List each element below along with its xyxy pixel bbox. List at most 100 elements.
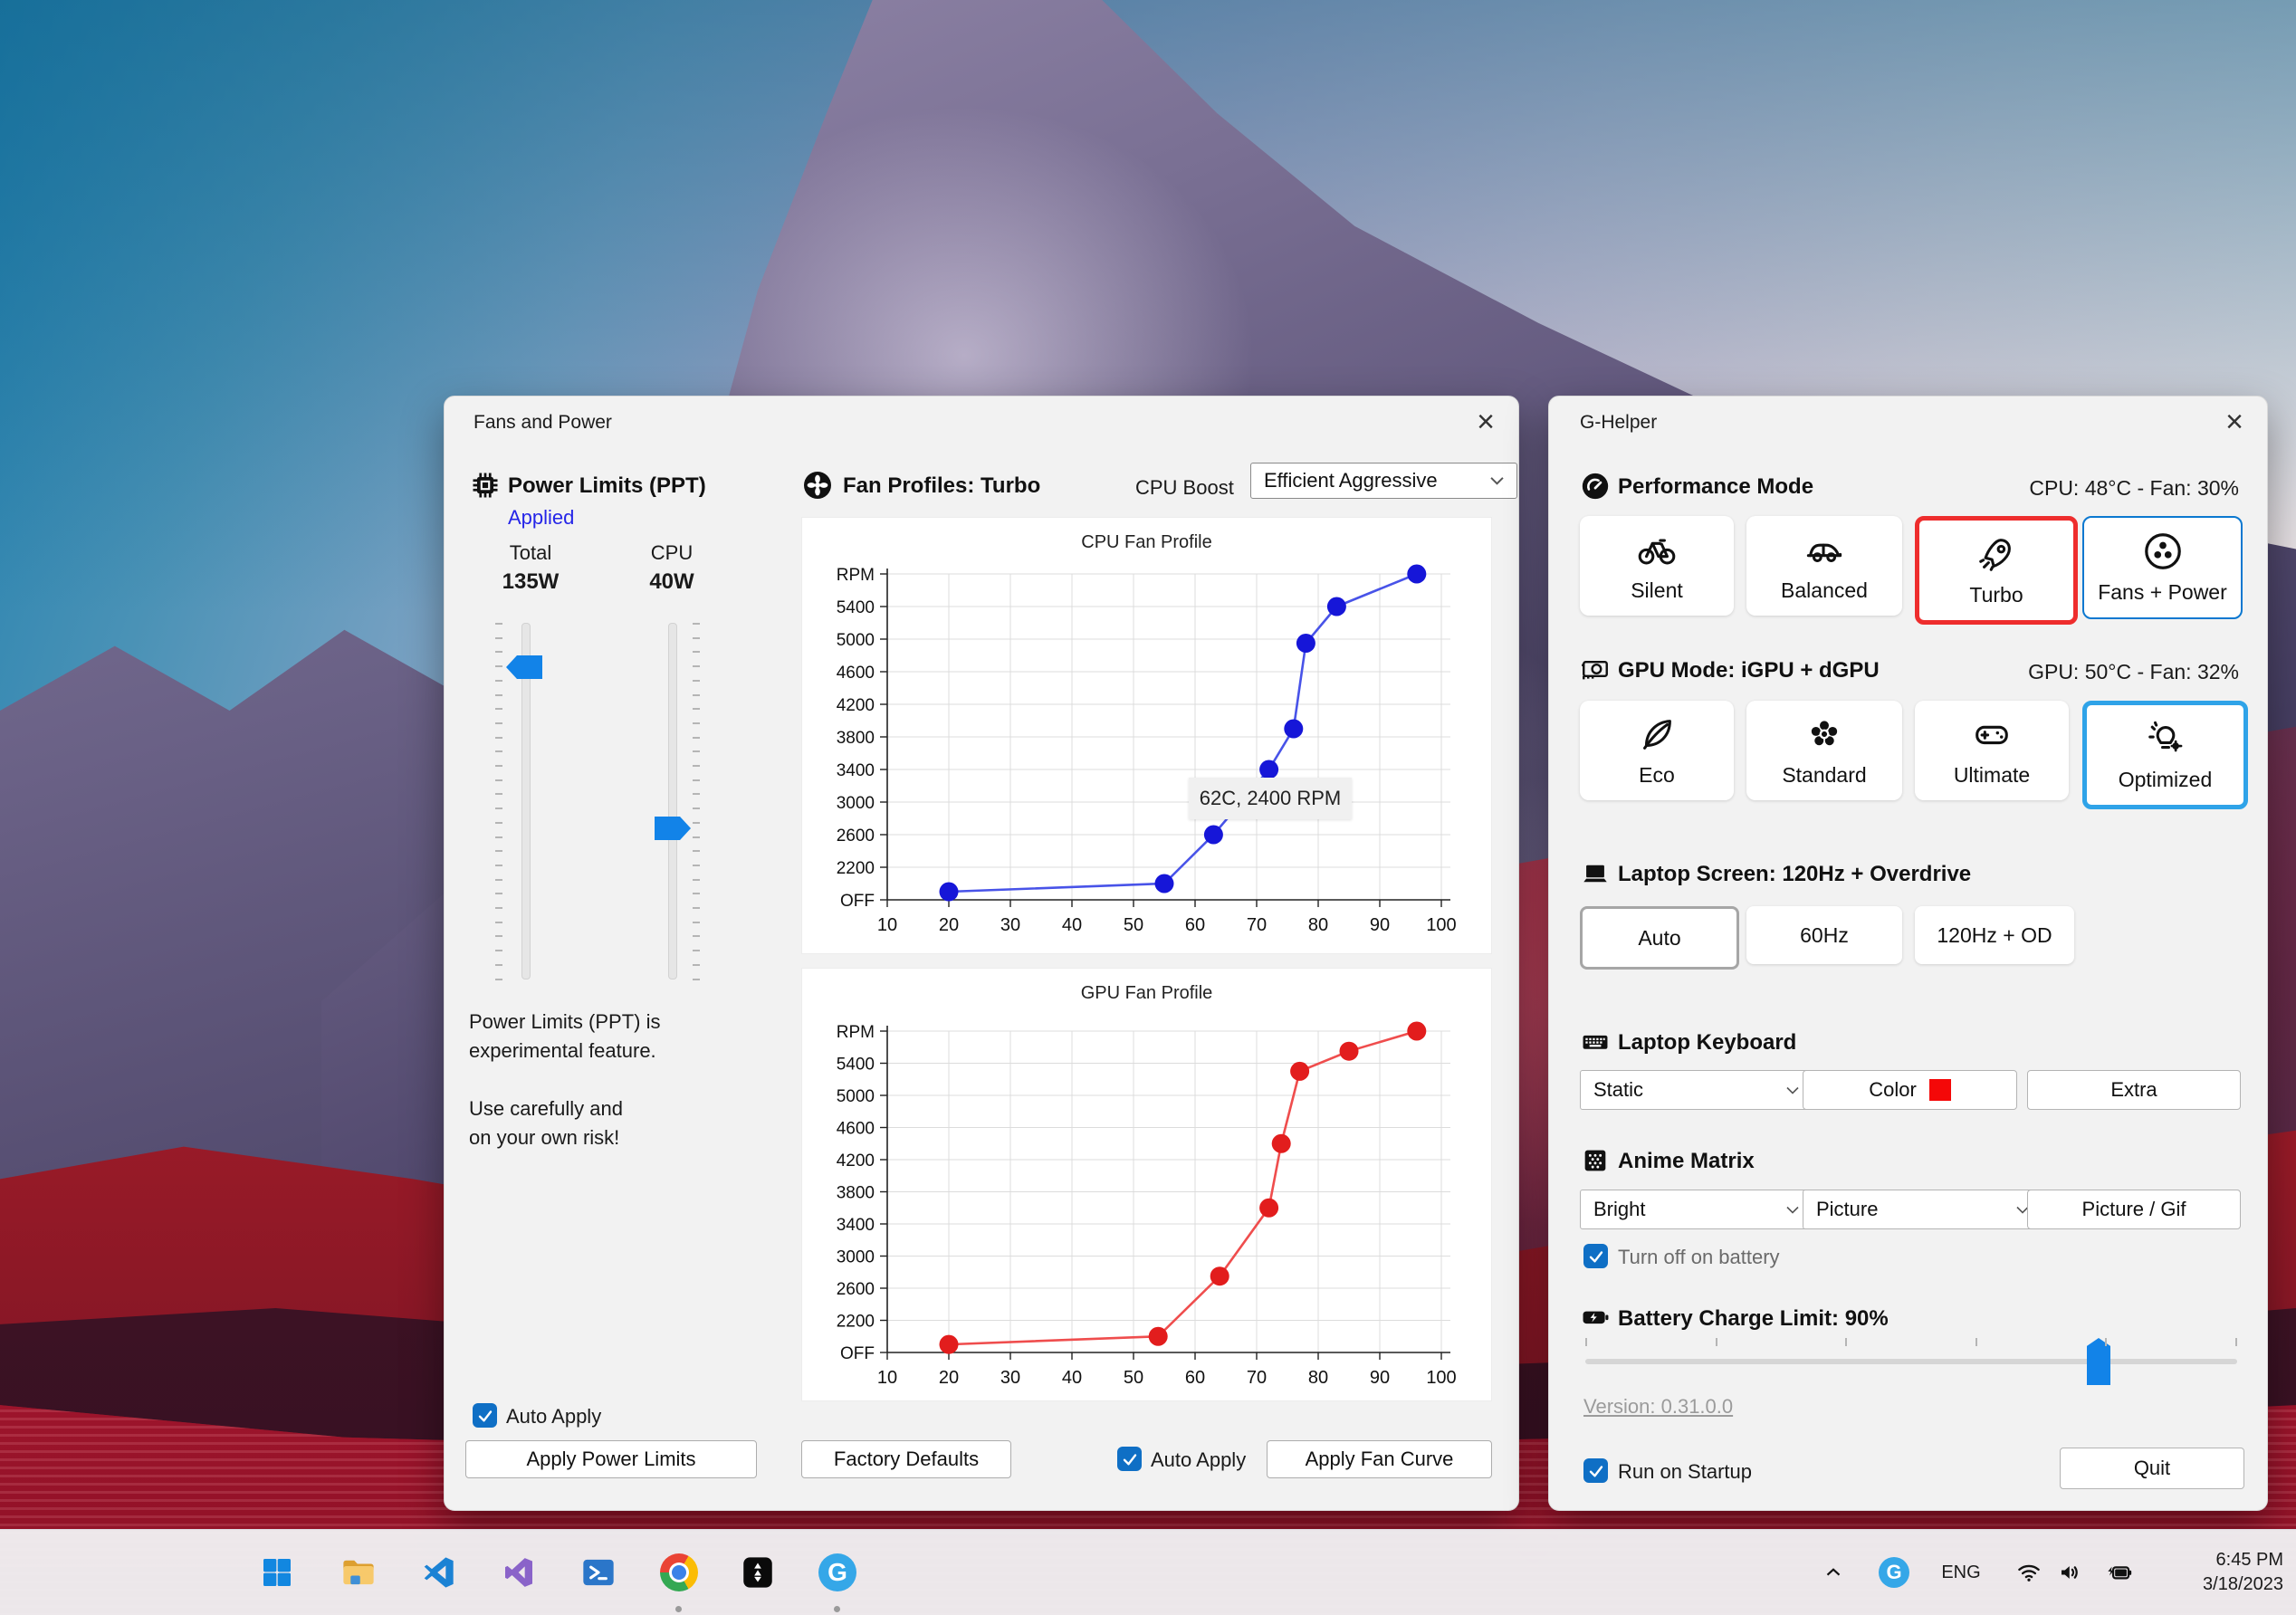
apply-fan-curve-button[interactable]: Apply Fan Curve xyxy=(1267,1440,1492,1478)
cpu-fan-chart[interactable]: CPU Fan Profile RPM 5400 5000 4600 4200 3800 3… xyxy=(801,517,1492,954)
lightbulb-gear-icon xyxy=(2148,721,2182,752)
clock[interactable]: 6:45 PM 3/18/2023 xyxy=(2203,1548,2283,1597)
power-limits-applied-status: Applied xyxy=(508,506,575,529)
tray-g-helper-icon[interactable]: G xyxy=(1874,1551,1914,1594)
battery-tray-icon[interactable] xyxy=(2095,1551,2140,1594)
anime-matrix-icon xyxy=(1584,1150,1606,1171)
svg-text:RPM: RPM xyxy=(837,1023,875,1042)
ppt-note-line2: experimental feature. xyxy=(469,1039,656,1062)
svg-text:OFF: OFF xyxy=(840,892,875,911)
svg-text:80: 80 xyxy=(1308,915,1328,935)
svg-text:4200: 4200 xyxy=(837,1152,875,1171)
perf-mode-silent-button[interactable]: Silent xyxy=(1580,516,1734,616)
tray-chevron-up-icon[interactable] xyxy=(1813,1551,1853,1594)
folder-icon xyxy=(343,1560,374,1585)
svg-text:2200: 2200 xyxy=(837,859,875,878)
cpu-boost-dropdown[interactable]: Efficient Aggressive xyxy=(1250,463,1517,499)
g-helper-logo-icon: G xyxy=(818,1553,856,1591)
bicycle-icon xyxy=(1638,539,1676,565)
version-link[interactable]: Version: 0.31.0.0 xyxy=(1583,1395,1733,1419)
svg-text:RPM: RPM xyxy=(837,566,875,585)
screen-120hz-od-button[interactable]: 120Hz + OD xyxy=(1915,906,2074,964)
screen-mode-label: Auto xyxy=(1638,925,1681,950)
perf-mode-turbo-button-selected[interactable]: Turbo xyxy=(1915,516,2078,625)
total-slider-label: Total xyxy=(509,541,552,564)
close-icon[interactable]: × xyxy=(1477,406,1495,437)
auto-apply-power-checkbox[interactable] xyxy=(473,1403,497,1428)
fan-circle-icon xyxy=(2144,533,2181,569)
perf-mode-label: Fans + Power xyxy=(2098,580,2227,604)
armoury-crate-icon[interactable] xyxy=(736,1551,780,1594)
matrix-brightness-dropdown[interactable]: Bright xyxy=(1580,1190,1813,1229)
battery-limit-slider-track[interactable] xyxy=(1585,1359,2237,1364)
rocket-icon xyxy=(1979,539,2011,571)
keyboard-extra-button[interactable]: Extra xyxy=(2027,1070,2241,1110)
wifi-icon[interactable] xyxy=(2009,1551,2049,1594)
chrome-icon[interactable] xyxy=(657,1551,701,1594)
armoury-crate-logo-icon xyxy=(743,1557,772,1588)
matrix-content-dropdown[interactable]: Picture xyxy=(1803,1190,2042,1229)
gpu-mode-ultimate-button[interactable]: Ultimate xyxy=(1915,701,2069,800)
screen-mode-label: 120Hz + OD xyxy=(1937,922,2052,947)
volume-icon[interactable] xyxy=(2051,1551,2090,1594)
screen-auto-button-selected[interactable]: Auto xyxy=(1580,906,1739,970)
visual-studio-icon[interactable] xyxy=(497,1551,541,1594)
gpu-fan-chart[interactable]: GPU Fan Profile RPM 5400 5000 4600 4200 3800 3… xyxy=(801,968,1492,1401)
auto-apply-power-label: Auto Apply xyxy=(506,1405,602,1428)
auto-apply-fan-label: Auto Apply xyxy=(1151,1448,1247,1471)
svg-text:60: 60 xyxy=(1185,915,1205,935)
checkmark-icon xyxy=(1123,1453,1136,1465)
chrome-running-indicator xyxy=(675,1606,682,1612)
window-title: Fans and Power xyxy=(474,412,612,433)
factory-defaults-button[interactable]: Factory Defaults xyxy=(801,1440,1011,1478)
gpu-mode-label: Standard xyxy=(1782,763,1867,787)
flower-icon xyxy=(1811,721,1838,746)
svg-text:60: 60 xyxy=(1185,1368,1205,1388)
gpu-temp-fan-status: GPU: 50°C - Fan: 32% xyxy=(2028,660,2239,683)
svg-text:50: 50 xyxy=(1124,1368,1143,1388)
color-swatch xyxy=(1928,1079,1951,1101)
cpu-power-slider-track[interactable] xyxy=(668,623,677,980)
ppt-note-line3: Use carefully and xyxy=(469,1097,623,1120)
svg-text:20: 20 xyxy=(939,1368,959,1388)
gamepad-icon xyxy=(1976,725,2008,745)
file-explorer-icon[interactable] xyxy=(337,1551,380,1594)
g-helper-taskbar-icon[interactable]: G xyxy=(816,1551,859,1594)
run-on-startup-label: Run on Startup xyxy=(1618,1460,1752,1483)
desktop: Fans and Power × Power Limits (PPT) Appl… xyxy=(0,0,2296,1615)
close-icon[interactable]: × xyxy=(2225,406,2243,437)
svg-text:10: 10 xyxy=(877,915,897,935)
perf-mode-label: Turbo xyxy=(1969,583,2023,607)
gpu-fan-curve-plot[interactable]: RPM 5400 5000 4600 4200 3800 3400 3000 2600 2200 O… xyxy=(802,969,1491,1400)
cpu-fan-curve-plot[interactable]: RPM 5400 5000 4600 4200 3800 3400 3000 2600 2200 O… xyxy=(802,518,1491,953)
start-button[interactable] xyxy=(255,1551,299,1594)
svg-text:5400: 5400 xyxy=(837,1056,875,1075)
gpu-mode-standard-button[interactable]: Standard xyxy=(1746,701,1902,800)
cpu-power-slider-thumb[interactable] xyxy=(655,817,691,840)
apply-power-limits-button[interactable]: Apply Power Limits xyxy=(465,1440,757,1478)
cpu-temp-fan-status: CPU: 48°C - Fan: 30% xyxy=(2029,476,2239,500)
total-power-slider-thumb[interactable] xyxy=(506,655,542,679)
screen-60hz-button[interactable]: 60Hz xyxy=(1746,906,1902,964)
run-on-startup-checkbox[interactable] xyxy=(1583,1458,1608,1483)
vscode-icon[interactable] xyxy=(416,1551,460,1594)
matrix-picture-gif-button[interactable]: Picture / Gif xyxy=(2027,1190,2241,1229)
turn-off-on-battery-checkbox[interactable] xyxy=(1583,1244,1608,1268)
gpu-mode-optimized-button-selected[interactable]: Optimized xyxy=(2082,701,2248,809)
quit-button[interactable]: Quit xyxy=(2060,1448,2244,1489)
taskbar: G G ENG 6:45 PM 3/18/2023 xyxy=(0,1529,2296,1615)
svg-text:2600: 2600 xyxy=(837,1280,875,1299)
gpu-mode-eco-button[interactable]: Eco xyxy=(1580,701,1734,800)
keyboard-color-button[interactable]: Color xyxy=(1803,1070,2017,1110)
powershell-icon[interactable] xyxy=(577,1551,620,1594)
keyboard-mode-dropdown[interactable]: Static xyxy=(1580,1070,1813,1110)
visual-studio-logo-icon xyxy=(505,1558,532,1587)
perf-mode-balanced-button[interactable]: Balanced xyxy=(1746,516,1902,616)
tray-language-switcher[interactable]: ENG xyxy=(1934,1551,1988,1594)
windows-logo-icon xyxy=(263,1559,291,1586)
svg-text:70: 70 xyxy=(1247,915,1267,935)
perf-mode-fans-power-button[interactable]: Fans + Power xyxy=(2082,516,2243,619)
auto-apply-fan-checkbox[interactable] xyxy=(1117,1447,1142,1471)
chrome-logo-icon xyxy=(660,1553,698,1591)
chart-tooltip: 62C, 2400 RPM xyxy=(1189,778,1352,819)
